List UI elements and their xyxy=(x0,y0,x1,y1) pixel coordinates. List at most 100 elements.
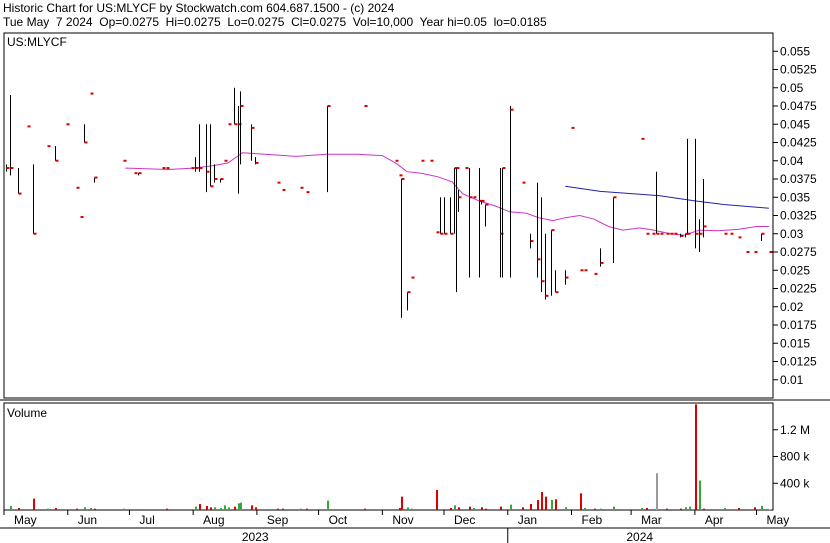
volume-bar xyxy=(769,509,771,510)
volume-bar xyxy=(195,506,197,510)
volume-panel-title: Volume xyxy=(7,406,47,420)
volume-bar xyxy=(485,508,487,510)
close-tick xyxy=(730,232,734,235)
month-label: May xyxy=(767,513,790,527)
close-tick xyxy=(80,215,84,218)
price-panel xyxy=(0,32,830,401)
volume-bar xyxy=(646,507,648,510)
close-tick xyxy=(436,231,440,234)
close-tick xyxy=(551,229,555,232)
month-label: Mar xyxy=(641,513,662,527)
month-label: Jun xyxy=(78,513,97,527)
close-tick xyxy=(90,92,94,95)
close-tick xyxy=(541,280,545,283)
close-tick xyxy=(123,159,127,162)
close-tick xyxy=(666,232,670,235)
close-tick xyxy=(228,123,232,126)
volume-bar xyxy=(469,506,471,510)
close-tick xyxy=(10,167,14,170)
price-tick-label: 0.04 xyxy=(780,154,804,168)
volume-bar xyxy=(580,493,582,510)
close-tick xyxy=(251,126,255,129)
close-tick xyxy=(674,232,678,235)
close-tick xyxy=(537,258,541,261)
volume-bar xyxy=(138,508,140,510)
volume-bar xyxy=(214,507,216,510)
close-tick xyxy=(306,191,310,194)
close-tick xyxy=(485,203,489,206)
moving-average-long xyxy=(565,185,769,209)
price-tick-label: 0.0375 xyxy=(780,172,817,186)
volume-bar xyxy=(500,506,502,510)
close-tick xyxy=(746,251,750,253)
close-tick xyxy=(255,161,259,164)
month-label: Feb xyxy=(581,513,602,527)
close-tick xyxy=(502,167,506,170)
volume-bar xyxy=(699,480,701,510)
price-tick-label: 0.055 xyxy=(780,44,810,58)
close-tick xyxy=(458,196,462,199)
month-label: Oct xyxy=(329,513,348,527)
close-tick xyxy=(465,167,469,170)
close-tick xyxy=(47,145,51,148)
volume-bar xyxy=(641,507,643,510)
price-tick-label: 0.02 xyxy=(780,300,804,314)
close-tick xyxy=(724,232,728,235)
volume-bar xyxy=(123,508,125,510)
volume-bar xyxy=(584,507,586,510)
close-tick xyxy=(206,170,210,173)
close-tick xyxy=(199,167,203,170)
month-label: Aug xyxy=(203,513,224,527)
close-tick xyxy=(660,232,664,235)
volume-bar xyxy=(206,505,208,510)
price-tick-label: 0.0325 xyxy=(780,209,817,223)
volume-bar xyxy=(401,496,403,510)
month-label: Nov xyxy=(392,513,413,527)
volume-bar xyxy=(407,507,409,510)
volume-bar xyxy=(166,508,168,510)
volume-bar xyxy=(55,507,57,510)
close-tick xyxy=(456,167,460,170)
volume-bar xyxy=(551,499,553,510)
price-tick-label: 0.0525 xyxy=(780,63,817,77)
close-tick xyxy=(300,186,304,189)
month-label: Jul xyxy=(139,513,154,527)
volume-tick-label: 400 k xyxy=(780,476,810,490)
close-tick xyxy=(421,159,425,162)
price-frame-border xyxy=(3,32,774,399)
volume-bar xyxy=(90,507,92,510)
close-tick xyxy=(738,236,742,239)
close-tick xyxy=(66,123,70,126)
close-tick xyxy=(580,269,584,272)
volume-bar xyxy=(703,508,705,510)
volume-bar xyxy=(234,506,236,510)
month-label: Dec xyxy=(454,513,475,527)
volume-bar xyxy=(545,496,547,510)
volume-bar xyxy=(510,504,512,510)
volume-bar xyxy=(47,508,49,510)
volume-bar xyxy=(555,499,557,510)
stock-chart: 0.055 0.0525 0.05 0.0475 0.045 0.0425 0.04 0.03… xyxy=(0,32,830,543)
close-tick xyxy=(594,272,598,275)
price-tick-label: 0.0475 xyxy=(780,99,817,113)
year-label: 2024 xyxy=(626,530,653,543)
volume-bar xyxy=(228,507,230,510)
volume-bar xyxy=(530,503,532,510)
volume-bar xyxy=(238,503,240,510)
close-tick xyxy=(670,232,674,235)
close-tick xyxy=(469,196,473,199)
close-tick xyxy=(613,196,617,199)
volume-bar xyxy=(240,502,242,510)
price-tick-label: 0.045 xyxy=(780,117,810,131)
close-tick xyxy=(510,108,514,111)
close-tick xyxy=(94,176,98,179)
month-label: Apr xyxy=(705,513,724,527)
close-tick xyxy=(656,232,660,235)
volume-tick-label: 1.2 M xyxy=(780,423,810,437)
close-tick xyxy=(695,232,699,235)
close-tick xyxy=(33,232,37,235)
close-tick xyxy=(440,232,444,235)
close-tick xyxy=(214,178,218,180)
volume-bar xyxy=(738,507,740,510)
close-tick xyxy=(364,105,368,107)
